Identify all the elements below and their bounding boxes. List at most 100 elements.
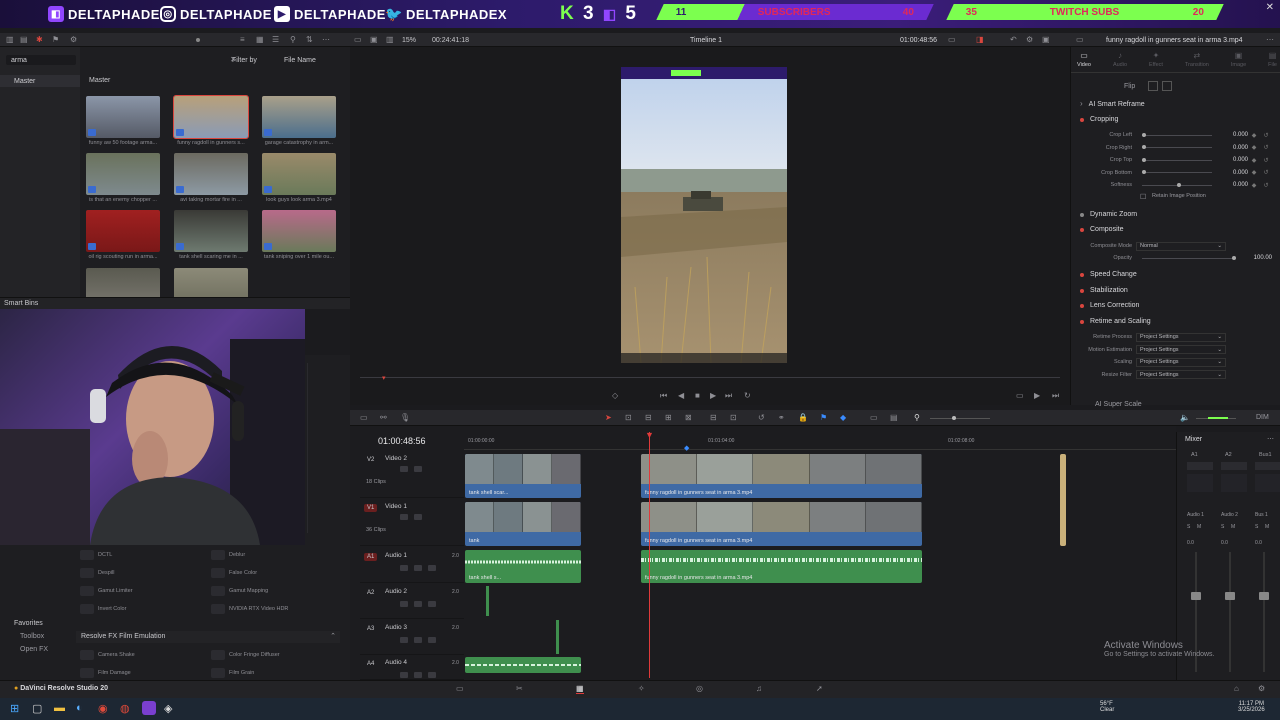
windows-start-icon[interactable]: ⊞ (10, 702, 19, 715)
marker-icon[interactable]: ◆ (840, 414, 846, 422)
fx-item[interactable]: Camera Shake (80, 647, 205, 663)
enabled-dot-icon[interactable] (1080, 303, 1084, 308)
opacity-value[interactable]: 100.00 (1242, 255, 1272, 261)
fx-section-header[interactable]: Resolve FX Film Emulation ⌃ (76, 631, 340, 643)
keyframe-icon[interactable]: ◆ (1248, 144, 1260, 151)
close-icon[interactable]: ✕ (1266, 2, 1274, 13)
mute-icon[interactable]: M (1197, 524, 1201, 530)
dim-button[interactable]: DIM (1256, 414, 1269, 421)
opacity-slider[interactable] (1142, 255, 1236, 260)
tab-image[interactable]: ▣ Image (1231, 51, 1246, 71)
settings-icon[interactable]: ⚙ (70, 36, 77, 44)
fader-track[interactable] (1263, 552, 1265, 672)
more-icon[interactable]: ⋯ (322, 36, 330, 44)
blade-tool-icon[interactable]: ⊟ (645, 414, 652, 422)
clip-thumbnail[interactable] (174, 153, 248, 195)
auto-select-icon[interactable] (414, 514, 422, 520)
filter-dropdown[interactable]: File Name (284, 57, 316, 64)
cinema-mode-icon[interactable]: ◨ (976, 36, 984, 44)
track-header-a2[interactable]: A2 Audio 2 2.0 (360, 585, 464, 619)
taskview-icon[interactable]: ▢ (32, 702, 42, 715)
loop-icon[interactable]: ↻ (744, 392, 751, 400)
lock-track-icon[interactable] (400, 601, 408, 607)
enabled-dot-icon[interactable] (1080, 227, 1084, 232)
fx-item[interactable]: Film Grain (211, 665, 336, 681)
viewer-options-icon[interactable]: ▭ (948, 36, 956, 44)
crop-value[interactable]: 0.000 (1218, 182, 1248, 188)
file-explorer-icon[interactable]: ▬ (54, 702, 65, 714)
inspector-icon[interactable]: ▭ (1076, 36, 1084, 44)
crop-slider[interactable] (1142, 132, 1212, 137)
inspector-menu-icon[interactable]: ⋯ (1266, 36, 1274, 44)
play-reverse-icon[interactable]: ◀ (678, 392, 684, 400)
enabled-dot-icon[interactable] (1080, 288, 1084, 293)
mute-icon[interactable] (428, 637, 436, 643)
end-icon[interactable]: ⏭ (1052, 392, 1059, 400)
skip-start-icon[interactable]: ⏮ (660, 392, 667, 400)
fairlight-page-icon[interactable]: ♫ (756, 685, 762, 693)
mark-icon[interactable]: ◇ (612, 392, 618, 400)
keyframe-icon[interactable]: ◆ (1248, 132, 1260, 139)
fx-item[interactable]: Gamut Limiter (80, 583, 205, 599)
viewer-layout-icon[interactable]: ▭ (354, 36, 362, 44)
favorites-toolbox[interactable]: Toolbox (20, 633, 44, 640)
edge-icon[interactable]: ◐ (76, 702, 83, 714)
dynamics-button[interactable] (1187, 474, 1213, 492)
weather-widget[interactable]: 56°F Clear (1100, 701, 1114, 713)
lens-correction-header[interactable]: Lens Correction (1080, 302, 1139, 309)
keyframe-icon[interactable]: ◆ (1248, 157, 1260, 164)
link-clips-icon[interactable]: ⚭ (778, 414, 785, 422)
color-page-icon[interactable]: ◎ (696, 685, 703, 693)
panel-toggle-icon[interactable]: ▥ (6, 36, 14, 44)
retime-header[interactable]: Retime and Scaling (1080, 318, 1151, 325)
enabled-dot-icon[interactable] (1080, 212, 1084, 217)
clip-a2-fragment[interactable] (486, 586, 489, 616)
mute-icon[interactable]: M (1265, 524, 1269, 530)
trim-tool-icon[interactable]: ⊡ (625, 414, 632, 422)
solo-icon[interactable] (414, 672, 422, 678)
clip-v1-main[interactable]: funny ragdoll in gunners seat in arma 3.… (641, 502, 922, 546)
enabled-dot-icon[interactable] (1080, 117, 1084, 122)
tab-transition[interactable]: ⇄ Transition (1185, 51, 1209, 71)
fusion-page-icon[interactable]: ✧ (638, 685, 645, 693)
resolve-icon[interactable]: ◈ (164, 702, 172, 715)
next-icon[interactable]: ▶ (1034, 392, 1040, 400)
lock-track-icon[interactable] (400, 466, 408, 472)
crop-value[interactable]: 0.000 (1218, 157, 1248, 163)
overwrite-icon[interactable]: ⊠ (685, 414, 692, 422)
fx-item[interactable]: False Color (211, 565, 336, 581)
mic-icon[interactable]: 🎙 (400, 414, 410, 422)
ai-super-scale-header[interactable]: AI Super Scale (1095, 401, 1142, 408)
speaker-icon[interactable]: 🔈 (1180, 414, 1190, 422)
enabled-dot-icon[interactable] (1080, 272, 1084, 277)
cropping-header[interactable]: Cropping (1080, 116, 1118, 123)
chrome-icon[interactable]: ◉ (98, 702, 108, 715)
tree-toggle-icon[interactable]: ▤ (20, 36, 28, 44)
lock-track-icon[interactable] (400, 565, 408, 571)
clip-thumbnail[interactable] (173, 95, 249, 139)
tab-file[interactable]: ▤ File (1268, 51, 1277, 71)
layout-icon[interactable]: ▣ (1042, 36, 1050, 44)
zoom-detail-icon[interactable]: ▤ (890, 414, 898, 422)
mute-icon[interactable] (428, 672, 436, 678)
enabled-dot-icon[interactable] (1080, 319, 1084, 324)
track-header-v2[interactable]: V2 Video 2 18 Clips (360, 452, 464, 498)
solo-icon[interactable]: S (1187, 524, 1190, 530)
collapse-icon[interactable]: ⌃ (330, 632, 336, 640)
clip-end-marker[interactable] (1060, 454, 1066, 546)
eq-button[interactable] (1221, 462, 1247, 470)
mute-icon[interactable] (428, 601, 436, 607)
clip-thumbnail[interactable] (262, 153, 336, 195)
reset-icon[interactable]: ↺ (1260, 157, 1272, 164)
fx-item[interactable]: Film Damage (80, 665, 205, 681)
obs-icon[interactable] (142, 701, 156, 715)
selection-tool-icon[interactable]: ➤ (605, 414, 612, 422)
solo-icon[interactable] (414, 565, 422, 571)
timeline-ruler[interactable]: 01:00:00:00 01:01:04:00 01:02:08:00 (464, 434, 1176, 450)
grid-view-icon[interactable]: ▦ (256, 36, 264, 44)
play-icon[interactable]: ▶ (710, 392, 716, 400)
fx-item[interactable]: Invert Color (80, 601, 205, 617)
settings-icon[interactable]: ⚙ (1258, 685, 1265, 693)
viewer-zoom[interactable]: 15% (402, 37, 416, 44)
clip-thumbnail[interactable] (174, 210, 248, 252)
